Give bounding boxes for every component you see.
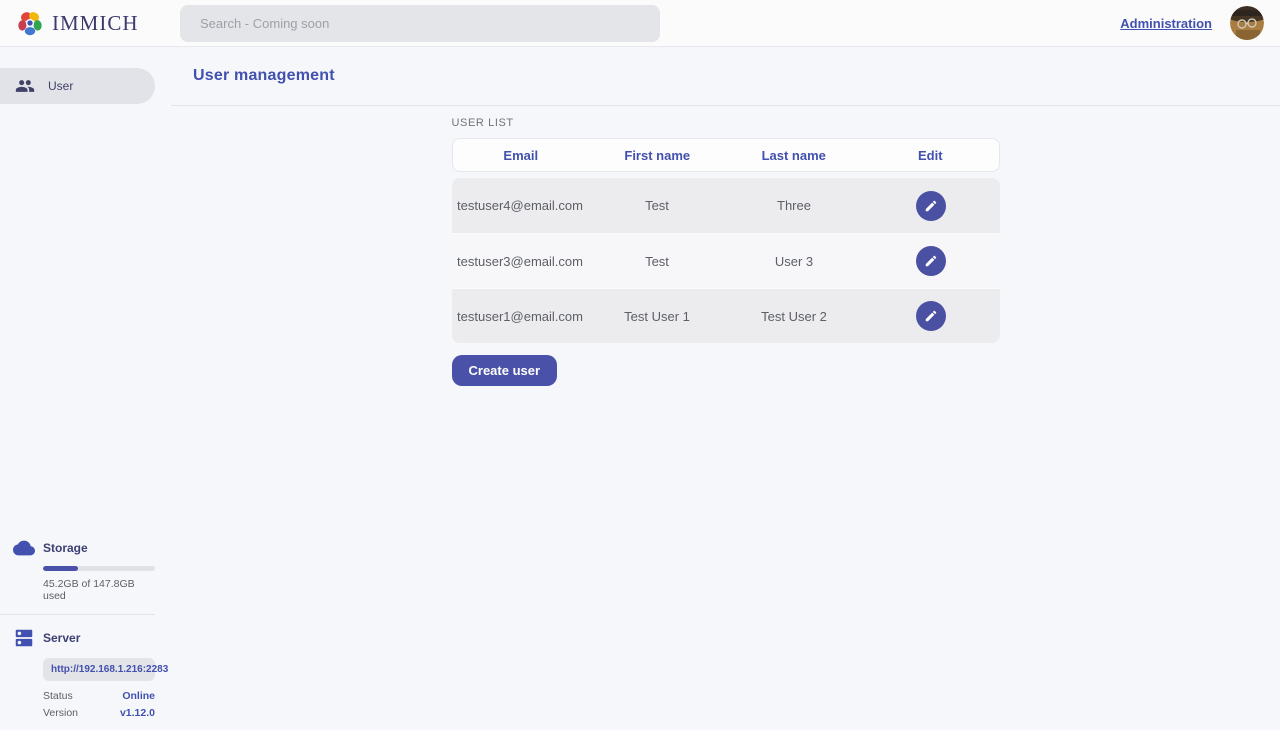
storage-title: Storage: [43, 541, 88, 555]
cloud-icon: [13, 537, 35, 559]
cell-first-name: Test: [589, 198, 726, 213]
cell-last-name: Three: [726, 198, 863, 213]
column-header-email: Email: [453, 148, 590, 163]
pencil-icon: [924, 309, 938, 323]
table-row: testuser4@email.com Test Three: [452, 178, 1000, 233]
cell-first-name: Test: [589, 254, 726, 269]
cell-first-name: Test User 1: [589, 309, 726, 324]
cell-last-name: User 3: [726, 254, 863, 269]
pencil-icon: [924, 199, 938, 213]
server-url-chip: http://192.168.1.216:2283: [43, 658, 155, 681]
cell-email: testuser4@email.com: [452, 198, 589, 213]
user-avatar[interactable]: [1230, 6, 1264, 40]
administration-link[interactable]: Administration: [1120, 16, 1212, 31]
storage-header: Storage: [0, 537, 171, 559]
storage-progress-bar: [43, 566, 155, 571]
section-label: USER LIST: [452, 117, 1000, 129]
server-status-row: Status Online: [43, 688, 155, 705]
column-header-first-name: First name: [589, 148, 726, 163]
table-row: testuser3@email.com Test User 3: [452, 233, 1000, 288]
edit-user-button[interactable]: [916, 301, 946, 331]
sidebar-item-label: User: [48, 79, 73, 93]
user-table-body: testuser4@email.com Test Three testuser3…: [452, 178, 1000, 343]
app-wordmark: IMMICH: [52, 11, 139, 36]
status-label: Status: [43, 688, 73, 705]
navbar-right: Administration: [1120, 6, 1264, 40]
sidebar-divider: [0, 614, 155, 615]
top-navbar: IMMICH Administration: [0, 0, 1280, 47]
edit-user-button[interactable]: [916, 191, 946, 221]
storage-usage-text: 45.2GB of 147.8GB used: [43, 578, 155, 602]
main-panel: User management USER LIST Email First na…: [171, 47, 1280, 730]
server-header: Server: [0, 627, 171, 649]
table-row: testuser1@email.com Test User 1 Test Use…: [452, 288, 1000, 343]
edit-user-button[interactable]: [916, 246, 946, 276]
cell-email: testuser1@email.com: [452, 309, 589, 324]
version-label: Version: [43, 705, 78, 722]
server-icon: [13, 627, 35, 649]
immich-flower-icon: [16, 9, 44, 37]
server-title: Server: [43, 631, 80, 645]
column-header-last-name: Last name: [726, 148, 863, 163]
status-value: Online: [122, 688, 155, 705]
user-list-section: USER LIST Email First name Last name Edi…: [452, 106, 1000, 386]
column-header-edit: Edit: [862, 148, 999, 163]
pencil-icon: [924, 254, 938, 268]
storage-progress-fill: [43, 566, 78, 571]
search-input[interactable]: [180, 5, 660, 42]
app-logo: IMMICH: [16, 9, 180, 37]
server-version-row: Version v1.12.0: [43, 705, 155, 722]
title-band: User management: [171, 47, 1280, 106]
user-table-header: Email First name Last name Edit: [452, 138, 1000, 172]
sidebar-footer: Storage 45.2GB of 147.8GB used Server ht…: [0, 537, 171, 722]
cell-email: testuser3@email.com: [452, 254, 589, 269]
version-value: v1.12.0: [120, 705, 155, 722]
page-title: User management: [193, 67, 335, 85]
users-icon: [15, 76, 35, 96]
avatar-photo: [1230, 6, 1264, 40]
sidebar: User Storage 45.2GB of 147.8GB used Serv…: [0, 47, 171, 730]
create-user-button[interactable]: Create user: [452, 355, 558, 386]
cell-last-name: Test User 2: [726, 309, 863, 324]
sidebar-item-user[interactable]: User: [0, 68, 155, 104]
